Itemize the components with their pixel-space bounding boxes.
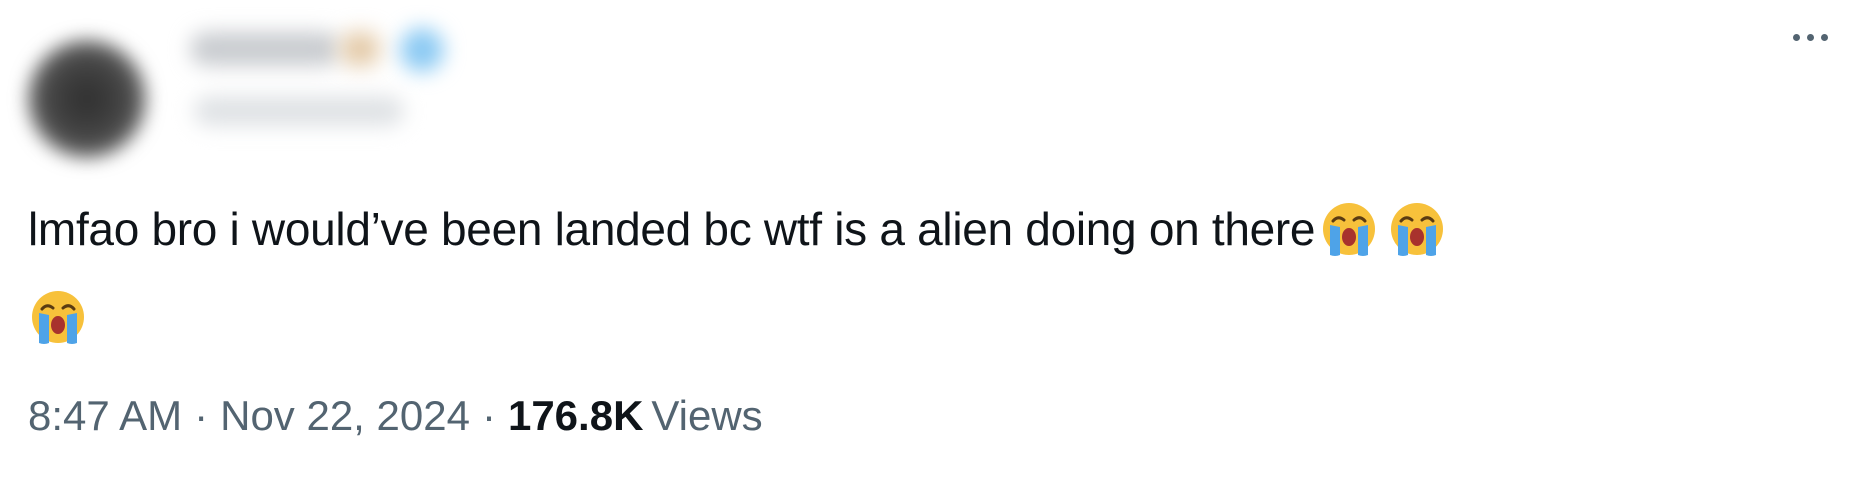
more-options-icon[interactable] (1780, 22, 1840, 52)
author-display-name-redacted[interactable] (190, 32, 340, 66)
views-label[interactable]: Views (651, 392, 762, 439)
author-handle-redacted[interactable] (194, 96, 404, 126)
tweet-meta: 8:47 AM · Nov 22, 2024 · 176.8K Views (28, 392, 763, 440)
tweet-time[interactable]: 8:47 AM (28, 392, 182, 439)
loudly-crying-face-emoji (28, 287, 88, 368)
loudly-crying-face-emoji (1319, 199, 1379, 280)
loudly-crying-face-emoji (1387, 199, 1447, 280)
more-dot (1820, 33, 1828, 41)
views-count[interactable]: 176.8K (508, 392, 643, 439)
verified-badge-icon (400, 28, 444, 72)
author-identity[interactable] (190, 18, 480, 138)
author-avatar[interactable] (28, 40, 146, 158)
more-dot (1792, 33, 1800, 41)
tweet-date[interactable]: Nov 22, 2024 (220, 392, 470, 439)
tweet-text-content: lmfao bro i would’ve been landed bc wtf … (28, 203, 1316, 255)
author-name-emoji-redacted (340, 32, 380, 66)
meta-separator: · (194, 392, 209, 439)
meta-separator: · (481, 392, 496, 439)
tweet-text: lmfao bro i would’ve been landed bc wtf … (28, 192, 1828, 368)
more-dot (1806, 33, 1814, 41)
